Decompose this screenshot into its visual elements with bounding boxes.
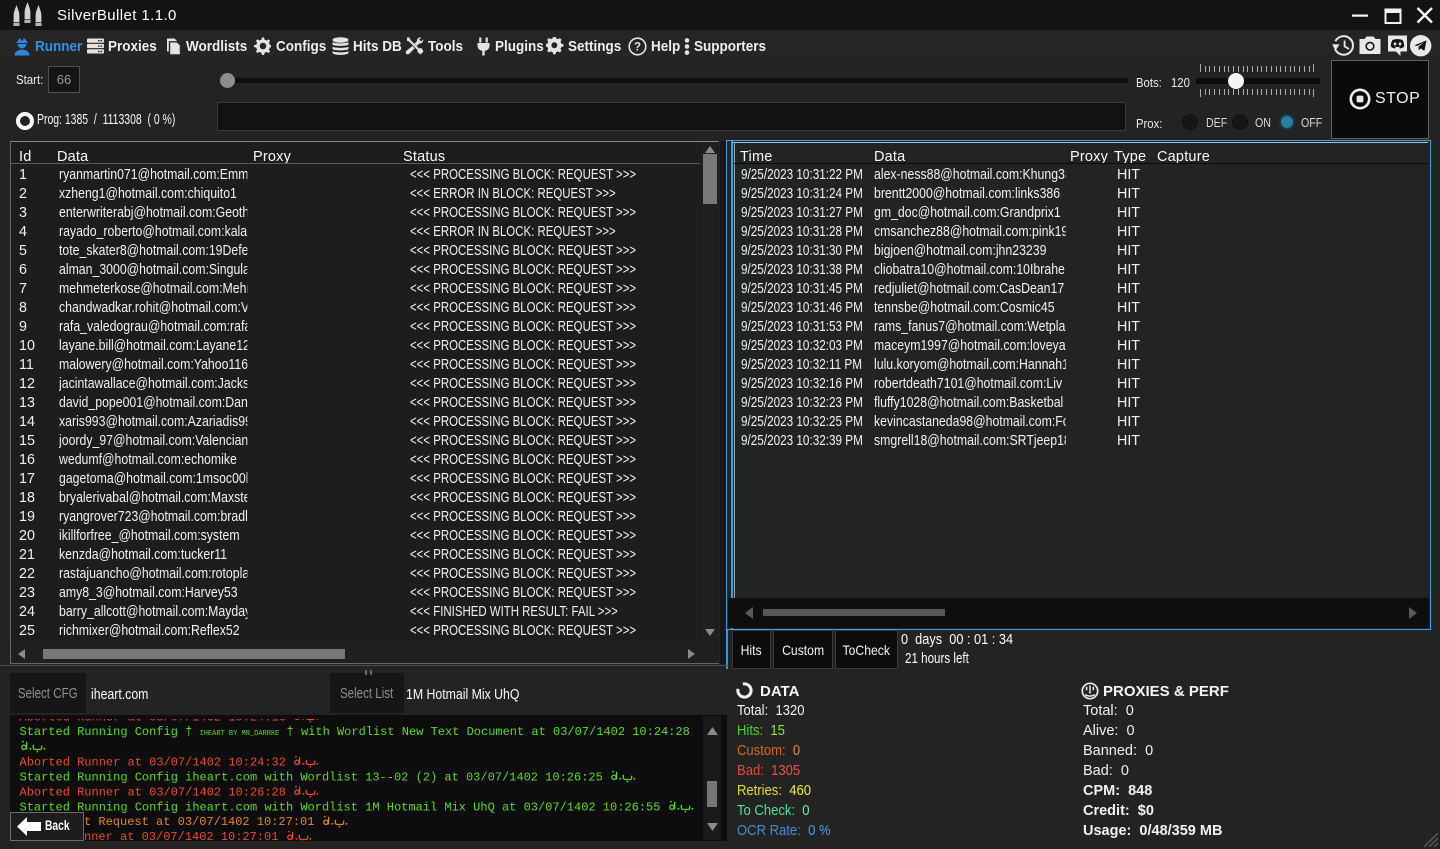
svg-text:?: ? <box>634 41 641 53</box>
